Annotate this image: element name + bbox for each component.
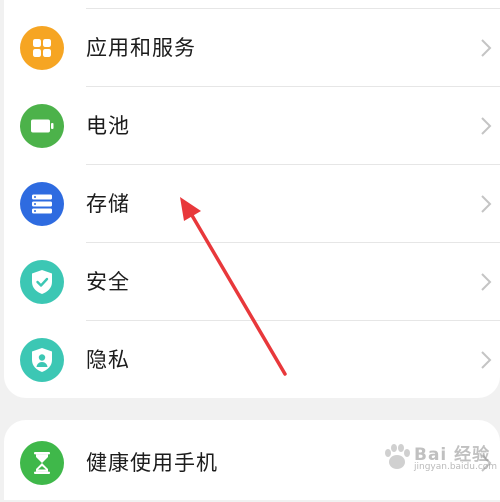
settings-item-label: 存储: [86, 192, 130, 216]
settings-item-label: 安全: [86, 270, 130, 294]
chevron-right-icon: [481, 351, 492, 369]
chevron-right-icon: [481, 117, 492, 135]
apps-grid-icon: [20, 26, 64, 70]
privacy-shield-icon: [20, 338, 64, 382]
settings-item-storage[interactable]: 存储: [4, 165, 500, 243]
watermark: Bai 经验 jingyan.baidu.com: [378, 436, 498, 480]
watermark-url: jingyan.baidu.com: [414, 462, 498, 472]
settings-item-security[interactable]: 安全: [4, 243, 500, 321]
settings-item-apps-services[interactable]: 应用和服务: [4, 9, 500, 87]
chevron-right-icon: [481, 273, 492, 291]
battery-icon: [20, 104, 64, 148]
storage-icon: [20, 182, 64, 226]
paw-logo-icon: [385, 444, 410, 469]
settings-item-privacy[interactable]: 隐私: [4, 321, 500, 399]
settings-item-label: 隐私: [86, 348, 130, 372]
hourglass-icon: [20, 441, 64, 485]
settings-item-label: 应用和服务: [86, 36, 196, 60]
settings-item-label: 电池: [86, 114, 130, 138]
settings-card-main: 应用和服务 电池 存储 安全 隐私: [4, 0, 500, 398]
settings-item-battery[interactable]: 电池: [4, 87, 500, 165]
chevron-right-icon: [481, 39, 492, 57]
chevron-right-icon: [481, 195, 492, 213]
shield-check-icon: [20, 260, 64, 304]
settings-item-label: 健康使用手机: [86, 451, 218, 475]
